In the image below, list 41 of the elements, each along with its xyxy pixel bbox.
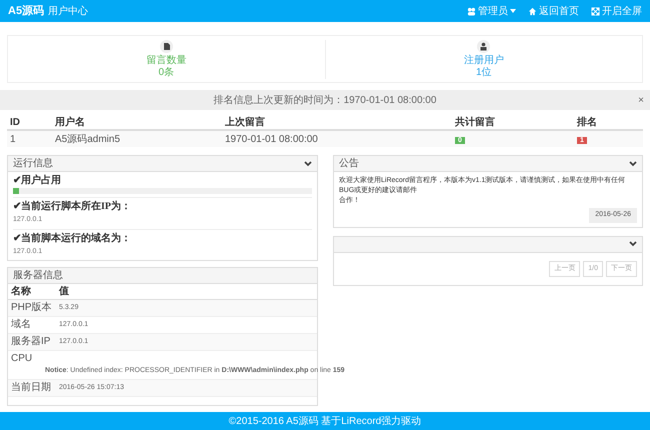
panel-title: 运行信息 [13,156,53,171]
chevron-icon[interactable] [629,241,637,247]
table-cell: 域名 [11,319,31,331]
stat-value: 0条 [158,66,174,78]
table-cell: PHP版本 [11,302,52,314]
stat-value: 1位 [476,66,492,78]
panel-title: 服务器信息 [13,268,63,283]
chevron-icon[interactable] [304,160,312,166]
column-header: ID [10,116,21,130]
nav-link[interactable]: 返回首页 [528,4,579,18]
table-cell-text: 1 [10,132,17,146]
table-cell: CPU [11,353,32,365]
subtitle: 用户中心 [48,4,88,18]
expand-icon [591,6,600,16]
footer-text: ©2015-2016 A5源码 基于LiRecord强力驱动 [228,414,422,428]
chevron-icon[interactable] [629,160,637,166]
column-header: 排名 [577,116,598,130]
stat-label: 留言数量 [146,54,186,66]
user-icon [467,6,476,16]
home-icon [528,6,537,16]
nav-link[interactable]: 开启全屏 [591,4,642,18]
column-header: 值 [59,285,69,299]
user-icon [477,40,490,52]
alert-text: 排名信息上次更新的时间为：1970-01-01 08:00:00 [214,94,436,108]
column-header: 名称 [11,284,32,299]
stat-label: 注册用户 [464,54,504,66]
column-header: 共计留言 [455,115,496,130]
table-cell-text: A5源码admin5 [55,132,122,146]
logo: A5源码 [8,4,44,19]
column-header: 用户名 [55,115,86,130]
close-button[interactable]: × [638,92,644,108]
nav-link[interactable]: 管理员 [467,4,516,18]
info-label: ✔用户占用 [13,175,62,187]
document-icon [160,40,173,52]
column-header: 上次留言 [225,115,266,130]
info-label: ✔当前脚本运行的域名为： [13,232,132,244]
table-cell: 服务器IP [11,336,50,348]
info-label: ✔当前运行脚本所在IP为： [13,201,132,213]
table-cell: 当前日期 [11,382,51,394]
panel-title: 公告 [339,156,359,171]
table-cell-text: 1970-01-01 08:00:00 [225,132,319,146]
